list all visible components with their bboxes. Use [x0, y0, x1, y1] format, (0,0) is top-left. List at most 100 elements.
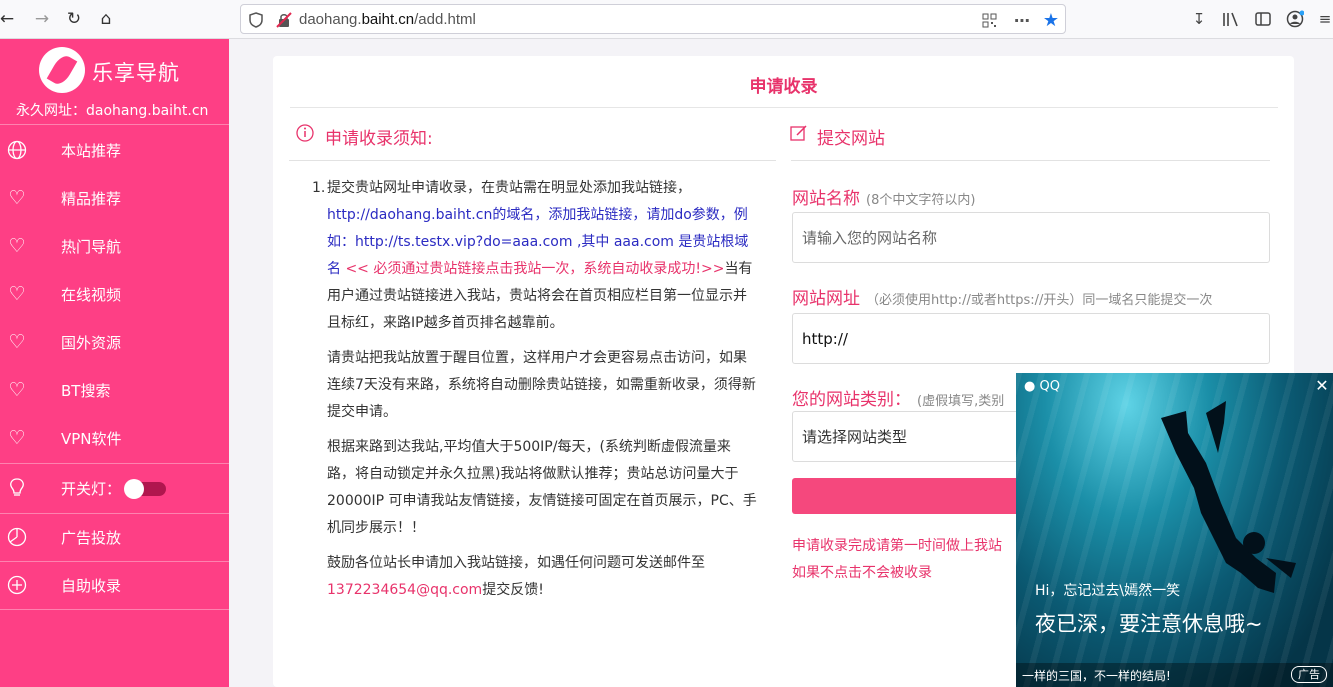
bookmark-star-icon[interactable]: ★ [1042, 10, 1060, 31]
sidebar-item-label: 广告投放 [61, 529, 122, 547]
site-category-label: 您的网站类别： (虚假填写,类别 [792, 385, 1004, 410]
light-toggle[interactable] [124, 479, 166, 499]
label-hint: (虚假填写,类别 [917, 394, 1005, 409]
reload-icon[interactable]: ↻ [61, 6, 87, 32]
notice-text: 提交反馈! [482, 582, 544, 598]
sidebar-item-label: 在线视频 [61, 286, 122, 304]
permanent-url: 永久网址：daohang.baiht.cn [16, 103, 209, 119]
penguin-icon: ● [1024, 379, 1036, 394]
url-text[interactable]: daohang.baiht.cn/add.html [299, 11, 476, 28]
sidebar-item-label: 本站推荐 [61, 142, 122, 160]
form-heading-text: 提交网站 [817, 129, 885, 149]
heart-icon: ♡ [8, 187, 26, 209]
heart-icon: ♡ [8, 283, 26, 305]
label-text: 网站名称 [792, 189, 860, 209]
contact-email-link[interactable]: 1372234654@qq.com [327, 582, 482, 598]
home-icon[interactable]: ⌂ [93, 6, 119, 32]
site-name-input[interactable] [792, 212, 1270, 263]
sidebar-item-foreign[interactable]: ♡ 国外资源 [0, 318, 229, 366]
sidebar: 乐享导航 永久网址：daohang.baiht.cn 本站推荐 ♡ 精品推荐 ♡… [0, 39, 229, 687]
label-text: 您的网站类别： [792, 390, 911, 410]
leaf-icon [46, 52, 78, 88]
sidebar-item-label: 开关灯： [61, 480, 122, 498]
qq-logo: ● QQ [1024, 379, 1060, 394]
sidebar-item-featured[interactable]: ♡ 精品推荐 [0, 174, 229, 222]
forward-icon[interactable]: → [29, 6, 55, 32]
sidebar-item-label: 自助收录 [61, 577, 122, 595]
account-icon[interactable] [1284, 8, 1306, 30]
form-divider [791, 160, 1270, 161]
back-icon[interactable]: ← [0, 6, 20, 32]
heart-icon: ♡ [8, 379, 26, 401]
heart-icon: ♡ [8, 331, 26, 353]
qr-code-icon[interactable] [980, 11, 998, 29]
popup-footer: 一样的三国，不一样的结局! 广告 [1016, 663, 1333, 687]
sidebar-item-ads[interactable]: 广告投放 [0, 513, 229, 561]
notice-heading-text: 申请收录须知: [325, 129, 433, 149]
more-icon[interactable]: ⋯ [1013, 11, 1031, 30]
ad-badge: 广告 [1291, 666, 1327, 683]
site-url-label: 网站网址 （必须使用http://或者https://开头）同一域名只能提交一次 [792, 284, 1212, 309]
sidebar-divider [0, 609, 229, 610]
site-name-label: 网站名称 (8个中文字符以内) [792, 184, 975, 209]
sidebar-toggle-icon[interactable] [1252, 8, 1274, 30]
page-title: 申请收录 [749, 77, 818, 97]
notice-paragraph-4: 鼓励各位站长申请加入我站链接，如遇任何问题可发送邮件至 1372234654@qq… [327, 550, 757, 604]
list-number: 1. [312, 180, 326, 196]
browser-toolbar: ← → ↻ ⌂ daohang.baiht.cn/add.html ⋯ ★ ↧ … [0, 0, 1333, 39]
heart-icon: ♡ [8, 235, 26, 257]
toggle-knob [124, 479, 144, 499]
sidebar-item-bt[interactable]: ♡ BT搜索 [0, 366, 229, 414]
label-hint: （必须使用http://或者https://开头）同一域名只能提交一次 [866, 293, 1213, 308]
library-icon[interactable] [1220, 8, 1242, 30]
site-url-input[interactable] [792, 313, 1270, 364]
sidebar-item-light-switch: 开关灯： [0, 464, 229, 512]
notice-text: 鼓励各位站长申请加入我站链接，如遇任何问题可发送邮件至 [327, 555, 705, 571]
sidebar-item-hot[interactable]: ♡ 热门导航 [0, 222, 229, 270]
sidebar-item-label: BT搜索 [61, 382, 111, 400]
plus-circle-icon [6, 574, 28, 596]
url-bar[interactable]: daohang.baiht.cn/add.html ⋯ ★ [240, 4, 1066, 34]
sidebar-item-label: 热门导航 [61, 238, 122, 256]
popup-greeting: Hi，忘记过去\嫣然一笑 [1035, 583, 1181, 599]
site-logo[interactable] [39, 47, 85, 93]
sidebar-item-recommend[interactable]: 本站推荐 [0, 126, 229, 174]
notice-heading: 申请收录须知: [296, 124, 433, 149]
popup-message: 夜已深，要注意休息哦~ [1035, 612, 1263, 636]
logo-text: 乐享导航 [92, 61, 180, 85]
form-hint-line-2: 如果不点击不会被收录 [792, 565, 932, 581]
popup-slogan: 一样的三国，不一样的结局! [1022, 669, 1171, 683]
qq-brand: QQ [1039, 379, 1060, 394]
label-hint: (8个中文字符以内) [866, 193, 976, 208]
notice-paragraph-2: 请贵站把我站放置于醒目位置，这样用户才会更容易点击访问，如果连续7天没有来路，系… [327, 350, 756, 420]
sidebar-item-label: VPN软件 [61, 430, 122, 448]
sidebar-divider [0, 124, 229, 125]
select-value: 请选择网站类型 [802, 428, 908, 446]
sidebar-item-label: 精品推荐 [61, 190, 122, 208]
sidebar-item-vpn[interactable]: ♡ VPN软件 [0, 414, 229, 462]
info-icon [296, 124, 316, 144]
sidebar-item-label: 国外资源 [61, 334, 122, 352]
notice-warning: << 必须通过贵站链接点击我站一次，系统自动收录成功!>> [341, 261, 725, 277]
form-heading: 提交网站 [790, 124, 885, 149]
close-icon[interactable]: ✕ [1313, 377, 1331, 395]
shield-icon[interactable] [247, 11, 265, 29]
qq-popup-header: ● QQ ✕ [1016, 373, 1333, 401]
notice-paragraph-3: 根据来路到达我站,平均值大于500IP/每天，(系统判断虚假流量来路，将自动锁定… [327, 439, 757, 536]
label-text: 网站网址 [792, 289, 860, 309]
download-icon[interactable]: ↧ [1188, 8, 1210, 30]
notice-divider [289, 160, 776, 161]
edit-icon [790, 124, 810, 144]
qq-popup-ad[interactable]: ● QQ ✕ Hi，忘记过去\嫣然一笑 夜已深，要注意休息哦~ 一样的三国，不一… [1016, 373, 1333, 687]
form-hint-line-1: 申请收录完成请第一时间做上我站 [792, 538, 1002, 554]
pie-chart-icon [6, 526, 28, 548]
heart-icon: ♡ [8, 427, 26, 449]
notice-paragraph-1: 提交贵站网址申请收录，在贵站需在明显处添加我站链接，http://daohang… [327, 175, 757, 337]
sidebar-item-video[interactable]: ♡ 在线视频 [0, 270, 229, 318]
notice-text: 提交贵站网址申请收录，在贵站需在明显处添加我站链接， [327, 180, 691, 196]
menu-icon[interactable]: ≡ [1314, 8, 1333, 30]
sidebar-item-self-submit[interactable]: 自助收录 [0, 561, 229, 609]
bulb-icon [6, 477, 28, 499]
title-divider [290, 107, 1278, 108]
insecure-lock-icon[interactable] [275, 11, 293, 29]
